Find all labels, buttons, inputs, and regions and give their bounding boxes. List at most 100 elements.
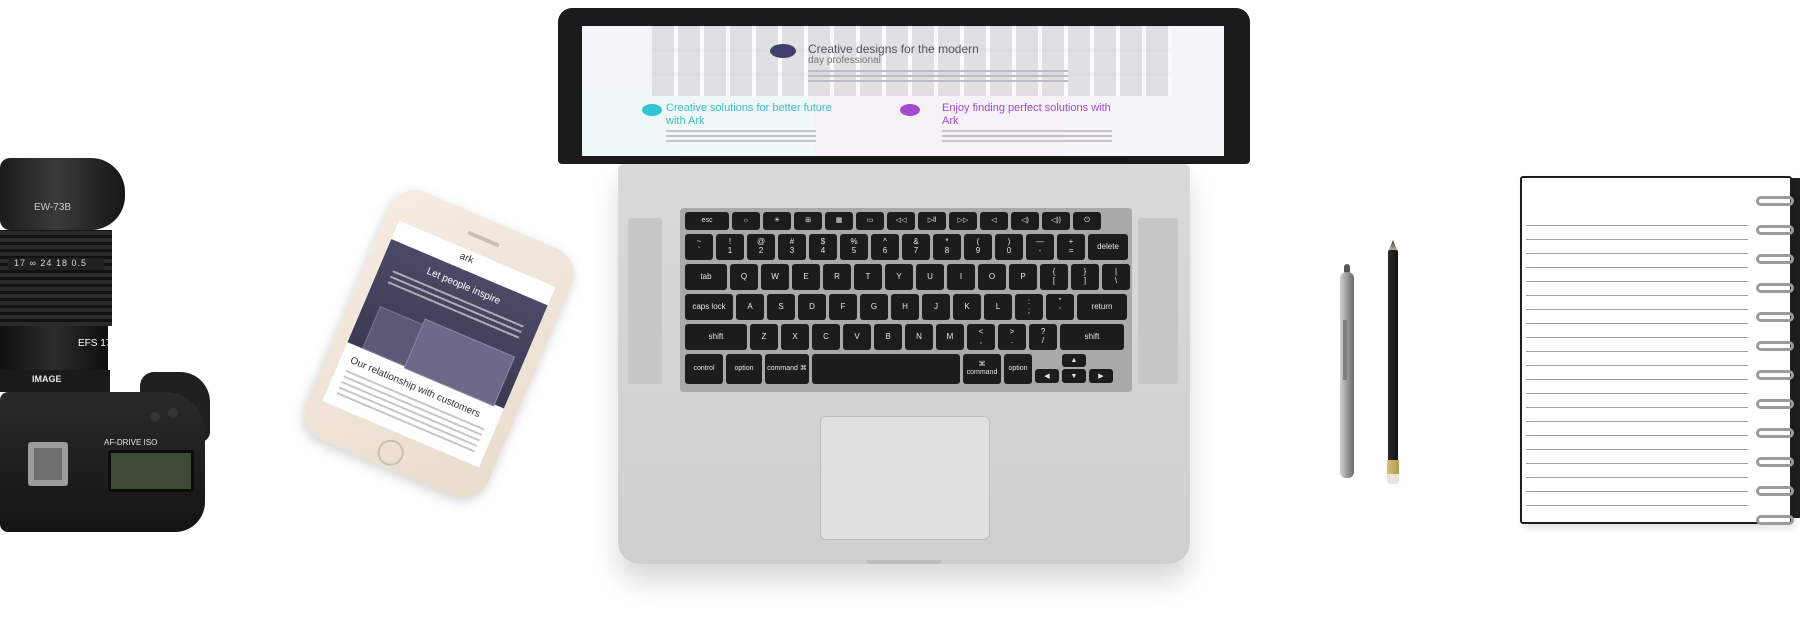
keyboard-key: N — [905, 324, 933, 350]
keyboard-key: L — [984, 294, 1012, 320]
keyboard-key: J — [922, 294, 950, 320]
keyboard-key: H — [891, 294, 919, 320]
card-right-title-line2: Ark — [942, 115, 959, 127]
hotshoe-contacts — [34, 448, 62, 480]
arrow-left-key: ◀ — [1035, 369, 1059, 383]
keyboard-key: control — [685, 354, 723, 384]
trackpad — [820, 416, 990, 540]
keyboard-key: B — [874, 324, 902, 350]
card-left-text — [666, 130, 816, 144]
pen-clip — [1343, 320, 1347, 380]
keyboard-key: ) 0 — [995, 234, 1023, 260]
purple-feature-icon — [900, 104, 920, 116]
card-right-title: Enjoy finding perfect solutions with — [942, 102, 1111, 114]
keyboard-key: E — [792, 264, 820, 290]
phone-speaker — [467, 230, 500, 248]
keyboard-key: % 5 — [840, 234, 868, 260]
top-lcd-panel — [108, 450, 194, 492]
pencil-eraser — [1387, 474, 1399, 484]
keyboard-key: # 3 — [778, 234, 806, 260]
home-button — [373, 435, 408, 470]
keyboard-key: ▷ll — [918, 212, 946, 230]
keyboard-key: ^ 6 — [871, 234, 899, 260]
spiral-ring — [1756, 254, 1794, 264]
keyboard-key: O — [978, 264, 1006, 290]
keyboard-key: option — [726, 354, 762, 384]
keyboard-key: shift — [685, 324, 747, 350]
keyboard-key: F — [829, 294, 857, 320]
arrow-right-key: ▶ — [1089, 369, 1113, 383]
keyboard-key: ⌘ command — [963, 354, 1001, 384]
keyboard-key: option — [1004, 354, 1032, 384]
arrow-down-key: ▼ — [1062, 369, 1086, 383]
keyboard-key: X — [781, 324, 809, 350]
keyboard-key: shift — [1060, 324, 1124, 350]
keyboard-key: ( 9 — [964, 234, 992, 260]
black-pencil — [1388, 250, 1398, 464]
keyboard-key: ▷▷ — [949, 212, 977, 230]
keyboard-key: ~ ` — [685, 234, 713, 260]
keyboard: esc ☼ ☀ ⊞ ▦ ▭ ◁◁ ▷ll ▷▷ ◁ ◁) ◁)) ⏻ ~ `! 1 @ 2 # 3 $ 4% 5… — [680, 208, 1132, 392]
phone-screen: ark Let people inspire Our relationship … — [322, 220, 556, 468]
keyboard-key: ◁◁ — [887, 212, 915, 230]
keyboard-key: ◁ — [980, 212, 1008, 230]
keyboard-key: D — [798, 294, 826, 320]
cyan-feature-icon — [642, 104, 662, 116]
keyboard-key: tab — [685, 264, 727, 290]
keyboard-key: & 7 — [902, 234, 930, 260]
keyboard-key: ▭ — [856, 212, 884, 230]
keyboard-key: C — [812, 324, 840, 350]
keyboard-key: M — [936, 324, 964, 350]
keyboard-key: Q — [730, 264, 758, 290]
keyboard-key: U — [916, 264, 944, 290]
keyboard-key: ◁)) — [1042, 212, 1070, 230]
keyboard-key: * 8 — [933, 234, 961, 260]
smartphone: ark Let people inspire Our relationship … — [295, 181, 583, 507]
keyboard-key: return — [1077, 294, 1127, 320]
spiral-ring — [1756, 196, 1794, 206]
keyboard-key: @ 2 — [747, 234, 775, 260]
keyboard-key: { [ — [1040, 264, 1068, 290]
keyboard-key: ! 1 — [716, 234, 744, 260]
spiral-ring — [1756, 283, 1794, 293]
keyboard-key: W — [761, 264, 789, 290]
keyboard-key: R — [823, 264, 851, 290]
keyboard-key: ⏻ — [1073, 212, 1101, 230]
camera-dial — [150, 412, 160, 422]
keyboard-key: Z — [750, 324, 778, 350]
laptop-screen: Creative designs for the modern day prof… — [582, 26, 1224, 156]
spiral-ring — [1756, 428, 1794, 438]
spiral-ring — [1756, 399, 1794, 409]
camera-brand-label: IMAGE — [32, 374, 62, 384]
keyboard-key: caps lock — [685, 294, 733, 320]
speaker-grille-left — [628, 218, 662, 384]
card-left-title: Creative solutions for better future — [666, 102, 832, 114]
spacebar-key — [812, 354, 960, 384]
keyboard-key: + = — [1057, 234, 1085, 260]
lens-mount-label: EFS 17-85 — [78, 338, 126, 349]
spiral-ring — [1756, 312, 1794, 322]
keyboard-key: ⊞ — [794, 212, 822, 230]
keyboard-key: ☀ — [763, 212, 791, 230]
keyboard-key: ▦ — [825, 212, 853, 230]
keyboard-key: > . — [998, 324, 1026, 350]
keyboard-key: } ] — [1071, 264, 1099, 290]
camera: EW-73B 17 ∞ 24 18 0.5 EFS 17-85 IMAGE AF… — [0, 150, 215, 532]
lens-hood-label: EW-73B — [34, 202, 72, 213]
keyboard-key: P — [1009, 264, 1037, 290]
keyboard-key: G — [860, 294, 888, 320]
keyboard-key: delete — [1088, 234, 1128, 260]
spiral-ring — [1756, 457, 1794, 467]
spiral-ring — [1756, 486, 1794, 496]
keyboard-key: esc — [685, 212, 729, 230]
keyboard-key: I — [947, 264, 975, 290]
keyboard-key: Y — [885, 264, 913, 290]
keyboard-key: | \ — [1102, 264, 1130, 290]
lens-barrel — [0, 230, 112, 326]
lens-ring-label: 17 ∞ 24 18 0.5 — [14, 258, 87, 268]
screen-body-text — [808, 70, 1068, 84]
spiral-ring — [1756, 225, 1794, 235]
camera-button — [168, 408, 178, 418]
keyboard-key: — - — [1026, 234, 1054, 260]
screen-feature-icon — [770, 44, 796, 58]
